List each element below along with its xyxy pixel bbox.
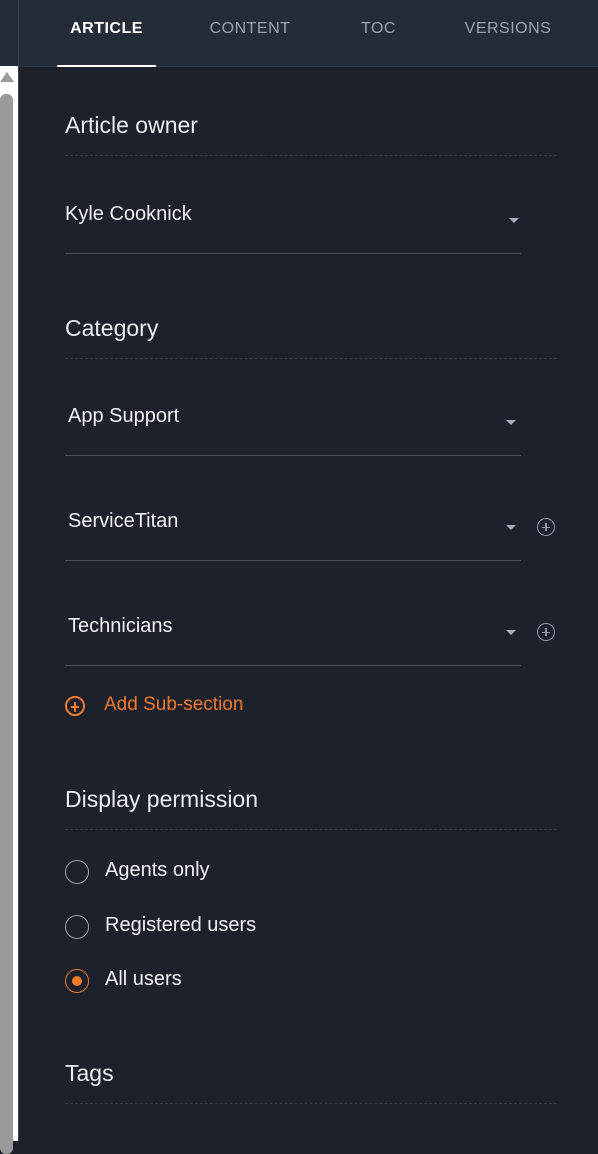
add-sub-section-label: Add Sub-section bbox=[104, 694, 244, 715]
section-divider bbox=[65, 1103, 557, 1104]
tags-title: Tags bbox=[65, 1060, 114, 1086]
radio-label: Registered users bbox=[105, 914, 257, 936]
panel-divider bbox=[18, 0, 19, 1141]
scroll-up-arrow-icon[interactable] bbox=[0, 72, 14, 82]
section-divider bbox=[65, 155, 557, 156]
category-select[interactable]: App Support bbox=[65, 405, 521, 456]
article-owner-title: Article owner bbox=[65, 112, 198, 138]
tab-article[interactable]: ARTICLE bbox=[57, 0, 156, 67]
article-owner-value: Kyle Cooknick bbox=[65, 203, 192, 225]
radio-registered-users[interactable]: Registered users bbox=[65, 912, 365, 942]
radio-button[interactable] bbox=[65, 915, 89, 939]
section-divider bbox=[65, 829, 557, 830]
chevron-down-icon bbox=[506, 420, 516, 425]
tab-bar: ARTICLE CONTENT TOC VERSIONS bbox=[19, 0, 598, 67]
tab-content[interactable]: CONTENT bbox=[205, 0, 295, 66]
gutter-top bbox=[0, 0, 18, 66]
section-value: ServiceTitan bbox=[68, 510, 179, 532]
radio-label: All users bbox=[105, 968, 182, 990]
chevron-down-icon bbox=[506, 525, 516, 530]
scrollbar-thumb[interactable] bbox=[0, 94, 13, 1154]
section-select[interactable]: ServiceTitan bbox=[65, 510, 521, 561]
article-owner-select[interactable]: Kyle Cooknick bbox=[65, 203, 521, 254]
section-divider bbox=[65, 358, 557, 359]
category-value: App Support bbox=[68, 405, 180, 427]
radio-agents-only[interactable]: Agents only bbox=[65, 857, 365, 887]
sub-section-value: Technicians bbox=[68, 615, 173, 637]
sub-section-select[interactable]: Technicians bbox=[65, 615, 521, 666]
display-permission-title: Display permission bbox=[65, 786, 259, 812]
radio-button[interactable] bbox=[65, 860, 89, 884]
tab-toc[interactable]: TOC bbox=[356, 0, 401, 66]
category-title: Category bbox=[65, 315, 159, 341]
chevron-down-icon bbox=[509, 218, 519, 223]
add-level-plus-icon[interactable] bbox=[537, 623, 555, 641]
chevron-down-icon bbox=[506, 630, 516, 635]
tab-versions[interactable]: VERSIONS bbox=[463, 0, 553, 66]
radio-button-selected[interactable] bbox=[65, 969, 89, 993]
radio-label: Agents only bbox=[105, 859, 210, 881]
add-circle-icon bbox=[65, 696, 85, 716]
radio-all-users[interactable]: All users bbox=[65, 966, 365, 996]
left-gutter bbox=[0, 0, 18, 1154]
add-level-plus-icon[interactable] bbox=[537, 518, 555, 536]
